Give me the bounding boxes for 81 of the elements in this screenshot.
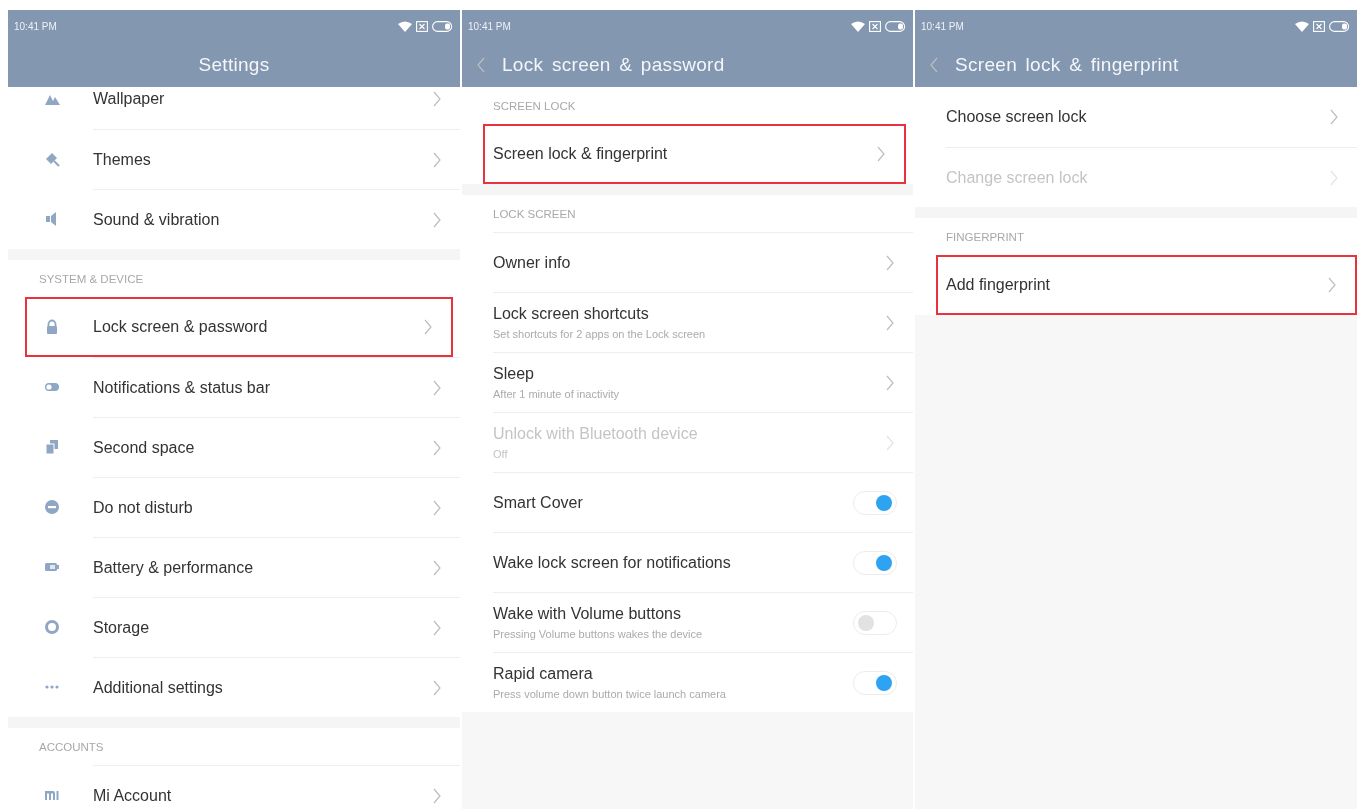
setting-label: Notifications & status bar (93, 378, 270, 397)
setting-label: Sound & vibration (93, 210, 220, 229)
setting-label: Choose screen lock (946, 108, 1087, 126)
chevron-right-icon (885, 374, 895, 391)
wifi-icon (1295, 20, 1309, 32)
setting-label: Storage (93, 618, 150, 637)
setting-label: Battery & performance (93, 558, 254, 577)
setting-description: Off (493, 448, 509, 460)
chevron-right-icon (1327, 277, 1337, 293)
setting-label: Wallpaper (93, 90, 165, 108)
sim-card-icon (869, 20, 881, 32)
setting-label: Mi Account (93, 786, 172, 805)
minus-circle-icon (44, 499, 60, 515)
setting-label: Do not disturb (93, 498, 193, 517)
battery-icon (432, 20, 454, 32)
setting-label: Owner info (493, 253, 571, 272)
setting-label: Unlock with Bluetooth device (493, 425, 698, 443)
battery-icon (885, 20, 907, 32)
setting-label: Screen lock & fingerprint (493, 145, 668, 163)
highlighted-setting-row[interactable]: Lock screen & password (25, 297, 453, 357)
toggle-switch[interactable] (853, 610, 897, 635)
setting-label: Rapid camera (493, 665, 594, 683)
chevron-right-icon (432, 559, 442, 576)
chevron-right-icon (432, 499, 442, 516)
chevron-right-icon (1329, 169, 1339, 186)
back-icon (476, 56, 486, 73)
ring-icon (44, 619, 60, 635)
status-time: 10:41 PM (468, 20, 511, 32)
screen-title: Screen lock & fingerprint (955, 53, 1179, 76)
sim-card-icon (416, 20, 428, 32)
setting-label: Sleep (493, 365, 535, 383)
screen-title: Lock screen & password (502, 53, 725, 76)
section-header: SCREEN LOCK (492, 98, 577, 114)
chevron-right-icon (432, 679, 442, 696)
chevron-right-icon (432, 91, 442, 107)
chevron-right-icon (885, 434, 895, 451)
chevron-right-icon (876, 146, 886, 162)
chevron-right-icon (885, 254, 895, 271)
battery-icon (1329, 20, 1351, 32)
toggle-switch[interactable] (853, 670, 897, 695)
chevron-right-icon (423, 319, 433, 335)
brush-icon (44, 151, 60, 167)
setting-label: Add fingerprint (946, 276, 1051, 294)
chevron-right-icon (432, 151, 442, 168)
chevron-right-icon (885, 314, 895, 331)
setting-description: Pressing Volume buttons wakes the device (493, 628, 703, 640)
highlighted-setting-row[interactable]: Screen lock & fingerprint (483, 124, 906, 184)
toggle-switch[interactable] (853, 490, 897, 515)
section-header: LOCK SCREEN (492, 206, 577, 222)
setting-label: Themes (93, 150, 151, 169)
chevron-right-icon (432, 379, 442, 396)
setting-description: After 1 minute of inactivity (493, 388, 619, 400)
chevron-right-icon (432, 439, 442, 456)
section-header: FINGERPRINT (945, 229, 1025, 245)
section-header: ACCOUNTS (38, 739, 105, 755)
chevron-right-icon (432, 787, 442, 804)
back-icon (929, 56, 939, 73)
chevron-right-icon (432, 619, 442, 636)
status-time: 10:41 PM (921, 20, 964, 32)
screen-title: Settings (198, 53, 270, 76)
wifi-icon (398, 20, 412, 32)
sim-card-icon (1313, 20, 1325, 32)
setting-description: Set shortcuts for 2 apps on the Lock screen (493, 328, 706, 340)
setting-label: Lock screen & password (93, 318, 268, 336)
stacked-squares-icon (44, 439, 60, 455)
wifi-icon (851, 20, 865, 32)
setting-label: Wake with Volume buttons (493, 605, 682, 623)
setting-label: Lock screen shortcuts (493, 305, 650, 323)
status-time: 10:41 PM (14, 20, 57, 32)
setting-label: Change screen lock (946, 168, 1088, 187)
setting-label: Additional settings (93, 678, 223, 697)
highlighted-setting-row[interactable]: Add fingerprint (936, 255, 1357, 315)
setting-label: Wake lock screen for notifications (493, 553, 731, 572)
chevron-right-icon (432, 211, 442, 228)
lock-icon (44, 319, 60, 335)
chevron-right-icon (1329, 109, 1339, 125)
setting-label: Smart Cover (493, 493, 583, 512)
setting-label: Second space (93, 438, 195, 457)
section-header: SYSTEM & DEVICE (38, 271, 145, 287)
setting-description: Press volume down button twice launch camera (493, 688, 726, 700)
toggle-switch[interactable] (853, 550, 897, 575)
